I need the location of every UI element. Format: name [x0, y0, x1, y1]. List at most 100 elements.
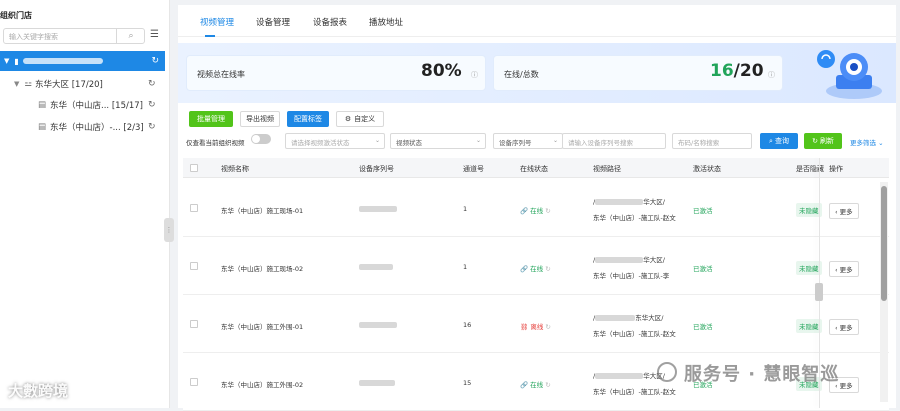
current-org-only-label: 仅查看当前组织视频 — [186, 139, 245, 147]
tab-device-management[interactable]: 设备管理 — [256, 16, 290, 28]
online-rate-value: 80% — [421, 61, 462, 81]
column-header[interactable]: 在线状态 — [520, 164, 548, 174]
tab-play-address[interactable]: 播放地址 — [369, 16, 403, 28]
link-icon: 🔗 — [520, 265, 529, 273]
tree-node-label: 东华（中山店... [15/17] — [50, 101, 143, 111]
device-icon: ▤ — [38, 100, 47, 110]
refresh-button[interactable]: ↻ 刷新 — [804, 133, 842, 149]
refresh-icon[interactable]: ↻ — [148, 79, 156, 89]
current-org-only-toggle[interactable] — [251, 134, 271, 144]
row-checkbox[interactable] — [190, 320, 198, 328]
tab-video-management[interactable]: 视频管理 — [200, 16, 234, 28]
row-checkbox[interactable] — [190, 204, 198, 212]
info-icon[interactable]: ⓘ — [471, 70, 478, 80]
chevron-down-icon[interactable]: ▼ — [14, 80, 19, 88]
online-total-value: 16/20 — [710, 61, 764, 81]
sidebar: 组织门店 输入关键字搜索 ⌕ ☰ ▼ ▮ ↻ ▼ ⚍ 东华大区 [17/20] … — [0, 0, 170, 408]
link-icon: 🔗 — [520, 207, 529, 215]
chevron-down-icon: ⌄ — [374, 137, 380, 144]
refresh-icon: ↻ — [812, 137, 818, 145]
column-header: 激活状态 — [693, 165, 721, 173]
camera-illustration-icon — [817, 50, 882, 99]
channel-number: 1 — [463, 263, 468, 271]
refresh-icon[interactable]: ↻ — [151, 56, 159, 66]
more-actions-button[interactable]: ‹ 更多 — [829, 203, 859, 219]
sidebar-title: 组织门店 — [0, 11, 32, 20]
link-icon: 🔗 — [520, 381, 529, 389]
activation-status-select[interactable]: 请选择视频激活状态 ⌄ — [285, 133, 385, 149]
select-all-checkbox[interactable] — [190, 164, 198, 172]
watermark-bottom-right: 服务号 · 慧眼智巡 — [684, 364, 840, 385]
refresh-icon[interactable]: ↻ — [148, 122, 156, 132]
active-tab-indicator — [205, 35, 215, 37]
tree-node-store[interactable]: ▤ 东华（中山店）-... [2/3] ↻ — [38, 121, 164, 133]
customize-button[interactable]: ⚙ 自定义 — [336, 111, 384, 127]
broken-link-icon: ⛓ — [520, 323, 529, 331]
more-actions-button[interactable]: ‹ 更多 — [829, 319, 859, 335]
online-rate-label: 视频总在线率 — [197, 70, 245, 79]
search-button[interactable]: ⌕ 查询 — [760, 133, 798, 149]
info-icon[interactable]: ⓘ — [768, 70, 775, 80]
online-total-card: 在线/总数 16/20 ⓘ — [493, 55, 783, 91]
online-status: 🔗 在线 ↻ — [520, 381, 551, 389]
filter-icon[interactable]: ☰ — [150, 29, 162, 41]
gear-icon: ⚙ — [344, 115, 352, 123]
column-header: 操作 — [829, 165, 843, 173]
channel-number: 1 — [463, 205, 468, 213]
video-name: 东华（中山店）施工外围-02 — [221, 381, 304, 389]
stats-banner: 视频总在线率 80% ⓘ 在线/总数 16/20 ⓘ — [178, 43, 896, 103]
video-path-line2: 东华（中山店）-施工队-赵文 — [593, 214, 676, 222]
chevron-down-icon[interactable]: ▼ — [4, 57, 9, 65]
serial-field-select[interactable]: 设备序列号 ⌄ — [493, 133, 563, 149]
serial-search-input[interactable]: 请输入设备序列号搜索 — [562, 133, 666, 149]
wechat-logo-icon — [657, 362, 677, 382]
chevron-down-icon: ⌄ — [475, 137, 481, 144]
hidden-status-badge: 未隐藏 — [796, 319, 822, 333]
more-filters-link[interactable]: 更多筛选 ⌄ — [850, 137, 884, 147]
channel-number: 15 — [463, 379, 472, 387]
online-status: 🔗 在线 ↻ — [520, 265, 551, 273]
refresh-icon: ↻ — [545, 381, 551, 389]
tree-root-node[interactable]: ▼ ▮ ↻ — [0, 51, 165, 71]
hidden-status-badge: 未隐藏 — [796, 203, 822, 217]
video-path-line1: / 华大区/ — [593, 256, 665, 264]
refresh-icon: ↻ — [545, 265, 551, 273]
video-path-line1: / 华大区/ — [593, 198, 665, 206]
video-path-line2: 东华（中山店）-施工队-赵文 — [593, 388, 676, 396]
configure-tags-button[interactable]: 配置标签 — [287, 111, 329, 127]
online-rate-card: 视频总在线率 80% ⓘ — [186, 55, 486, 91]
export-video-button[interactable]: 导出视频 — [240, 111, 280, 127]
chevron-down-icon: ⌄ — [552, 137, 558, 144]
table-scrollbar-thumb[interactable] — [881, 186, 887, 301]
tree-node-store[interactable]: ▤ 东华（中山店... [15/17] ↻ — [38, 99, 164, 111]
video-name: 东华（中山店）施工现场-02 — [221, 265, 304, 273]
column-header[interactable]: 视频名称 — [221, 164, 249, 174]
refresh-icon[interactable]: ↻ — [148, 100, 156, 110]
building-icon: ▮ — [14, 56, 19, 66]
tab-device-report[interactable]: 设备报表 — [313, 16, 347, 28]
table-row: 东华（中山店）施工现场-01 1 🔗 在线 ↻ / 华大区/ 东华（中山店）-施工… — [183, 179, 889, 237]
video-path-line2: 东华（中山店）-施工队-赵文 — [593, 330, 676, 338]
row-checkbox[interactable] — [190, 378, 198, 386]
search-icon[interactable]: ⌕ — [116, 28, 145, 44]
column-header[interactable]: 通道号 — [463, 164, 484, 174]
column-scroll-handle[interactable] — [815, 283, 823, 301]
redacted-serial — [359, 380, 395, 386]
search-icon: ⌕ — [769, 136, 773, 145]
activation-status: 已激活 — [693, 265, 713, 273]
activation-status: 已激活 — [693, 323, 713, 331]
redacted-root-label — [22, 58, 103, 64]
hidden-status-badge: 未隐藏 — [796, 261, 822, 275]
row-checkbox[interactable] — [190, 262, 198, 270]
table-row: 东华（中山店）施工外围-01 16 ⛓ 离线 ↻ / 东华大区/ 东华（中山店）-… — [183, 295, 889, 353]
video-status-select[interactable]: 视频状态 ⌄ — [390, 133, 486, 149]
sidebar-collapse-handle[interactable]: ⋮ — [164, 218, 174, 242]
refresh-icon: ↻ — [545, 207, 551, 215]
channel-number: 16 — [463, 321, 472, 329]
tree-node-region[interactable]: ▼ ⚍ 东华大区 [17/20] ↻ — [14, 78, 164, 90]
batch-manage-button[interactable]: 批量管理 — [189, 111, 233, 127]
activation-status: 已激活 — [693, 207, 713, 215]
more-actions-button[interactable]: ‹ 更多 — [829, 261, 859, 277]
channel-search-input[interactable]: 布码/名称搜索 — [672, 133, 752, 149]
redacted-serial — [359, 264, 393, 270]
